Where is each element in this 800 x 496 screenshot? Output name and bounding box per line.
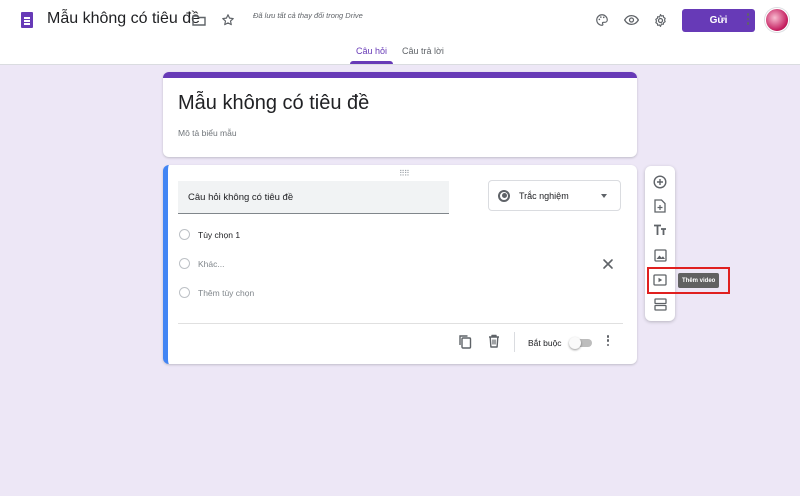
add-section-icon[interactable]	[652, 296, 668, 312]
document-title[interactable]: Mẫu không có tiêu đề	[47, 10, 200, 28]
radio-circle-icon	[179, 258, 190, 269]
radio-circle-icon	[179, 287, 190, 298]
save-status: Đã lưu tất cả thay đổi trong Drive	[253, 11, 363, 20]
remove-option-icon[interactable]	[601, 257, 615, 271]
avatar[interactable]	[765, 8, 789, 32]
form-description-field[interactable]: Mô tả biểu mẫu	[178, 128, 237, 138]
add-option-row[interactable]: Thêm tùy chọn	[179, 287, 254, 298]
radio-button-icon	[498, 189, 510, 202]
option-row[interactable]: Tùy chọn 1	[179, 229, 240, 240]
form-title-card[interactable]: Mẫu không có tiêu đề Mô tả biểu mẫu	[163, 72, 637, 157]
question-title-input[interactable]: Câu hỏi không có tiêu đề	[178, 181, 449, 214]
option-other-label[interactable]: Khác...	[198, 259, 224, 269]
add-image-icon[interactable]	[652, 247, 668, 263]
folder-icon[interactable]	[189, 10, 209, 30]
radio-circle-icon	[179, 229, 190, 240]
option-label[interactable]: Tùy chọn 1	[198, 230, 240, 240]
question-type-select[interactable]: Trắc nghiệm	[488, 180, 621, 211]
palette-icon[interactable]	[592, 10, 612, 30]
app-header: Mẫu không có tiêu đề Đã lưu tất cả thay …	[0, 0, 800, 65]
more-vert-icon[interactable]	[738, 10, 758, 30]
side-toolbar	[645, 166, 675, 321]
star-icon[interactable]	[218, 10, 238, 30]
option-row-other[interactable]: Khác...	[179, 258, 224, 269]
divider	[178, 323, 623, 324]
required-toggle[interactable]	[569, 337, 593, 349]
tab-responses[interactable]: Câu trả lời	[402, 46, 444, 56]
add-question-icon[interactable]	[652, 174, 668, 190]
required-label: Bắt buộc	[528, 338, 562, 348]
more-options-icon[interactable]	[605, 335, 611, 349]
add-option-label[interactable]: Thêm tùy chọn	[198, 288, 254, 298]
delete-icon[interactable]	[486, 333, 502, 349]
gear-icon[interactable]	[650, 10, 670, 30]
tab-questions[interactable]: Câu hỏi	[356, 46, 387, 56]
active-tab-indicator	[350, 61, 393, 64]
dropdown-arrow-icon	[601, 194, 607, 198]
drag-handle-icon[interactable]: ⠿⠿	[399, 169, 410, 178]
divider	[514, 332, 515, 352]
question-type-label: Trắc nghiệm	[519, 190, 569, 201]
form-title[interactable]: Mẫu không có tiêu đề	[178, 92, 369, 115]
import-questions-icon[interactable]	[652, 198, 668, 214]
add-title-icon[interactable]	[652, 222, 668, 238]
eye-icon[interactable]	[621, 10, 641, 30]
duplicate-icon[interactable]	[457, 333, 473, 349]
forms-logo-icon[interactable]	[21, 12, 33, 28]
add-video-tooltip: Thêm video	[678, 273, 720, 288]
question-card[interactable]: ⠿⠿ Câu hỏi không có tiêu đề Trắc nghiệm …	[163, 165, 637, 364]
